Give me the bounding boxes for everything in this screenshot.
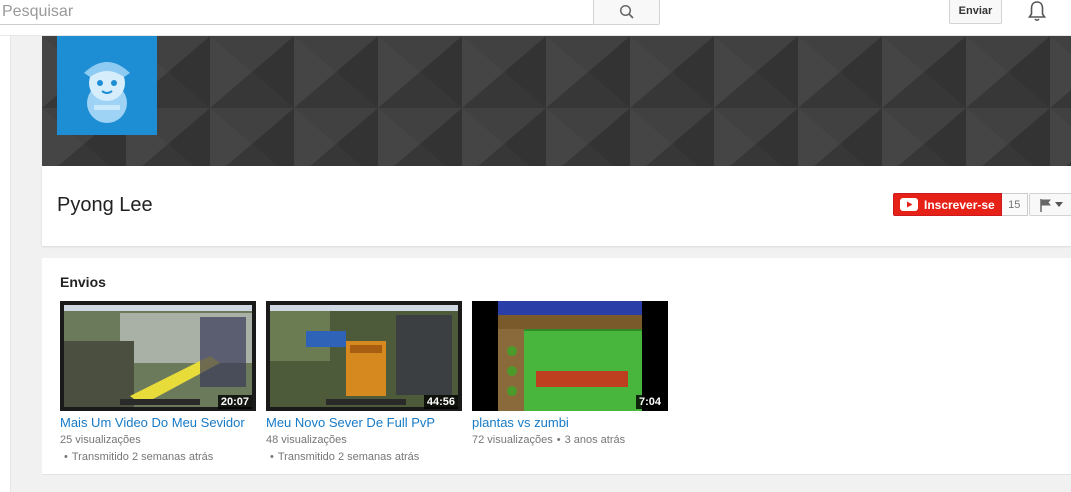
video-item: 7:04 plantas vs zumbi 72 visualizações • 3… bbox=[472, 301, 668, 447]
video-age: Transmitido 2 semanas atrás bbox=[277, 451, 420, 463]
video-item: 44:56 Meu Novo Sever De Full PvP 48 visu… bbox=[266, 301, 462, 464]
video-item: 20:07 Mais Um Video Do Meu Sevidor 25 vi… bbox=[60, 301, 256, 464]
subscribe-label: Inscrever-se bbox=[924, 197, 995, 212]
video-thumbnail[interactable]: 7:04 bbox=[472, 301, 668, 411]
video-age-line: • Transmitido 2 semanas atrás bbox=[64, 451, 214, 463]
search-button[interactable] bbox=[593, 0, 660, 25]
section-title: Envios bbox=[60, 274, 106, 290]
search-input[interactable] bbox=[0, 0, 594, 25]
masthead: Enviar bbox=[0, 0, 1071, 36]
video-title-link[interactable]: Meu Novo Sever De Full PvP bbox=[266, 415, 462, 430]
channel-header: Pyong Lee Inscrever-se 15 bbox=[42, 166, 1071, 246]
video-meta-line: 72 visualizações • 3 anos atrás bbox=[472, 434, 626, 446]
video-thumbnail[interactable]: 44:56 bbox=[266, 301, 462, 411]
notifications-button[interactable] bbox=[1024, 0, 1050, 24]
video-thumbnail[interactable]: 20:07 bbox=[60, 301, 256, 411]
video-duration: 20:07 bbox=[217, 395, 252, 409]
banner-pattern bbox=[42, 36, 1071, 166]
flag-icon bbox=[1039, 198, 1051, 212]
video-views: 48 visualizações bbox=[266, 434, 347, 446]
video-title-link[interactable]: plantas vs zumbi bbox=[472, 415, 668, 430]
video-age: Transmitido 2 semanas atrás bbox=[71, 451, 214, 463]
subscribe-group: Inscrever-se 15 bbox=[893, 193, 1028, 216]
video-duration: 44:56 bbox=[423, 395, 458, 409]
subscriber-count: 15 bbox=[1001, 193, 1028, 216]
channel-banner bbox=[42, 36, 1071, 166]
search-icon bbox=[619, 4, 634, 19]
video-age: 3 anos atrás bbox=[564, 434, 626, 446]
youtube-play-icon bbox=[900, 198, 918, 211]
channel-avatar[interactable] bbox=[57, 36, 157, 135]
video-title-link[interactable]: Mais Um Video Do Meu Sevidor bbox=[60, 415, 256, 430]
upload-button[interactable]: Enviar bbox=[949, 0, 1002, 24]
subscribe-button[interactable]: Inscrever-se bbox=[893, 193, 1002, 216]
video-views: 25 visualizações bbox=[60, 434, 141, 446]
channel-title: Pyong Lee bbox=[57, 194, 153, 216]
chevron-down-icon bbox=[1054, 201, 1063, 207]
guide-edge bbox=[0, 36, 11, 492]
video-duration: 7:04 bbox=[635, 395, 664, 409]
avatar-image bbox=[84, 61, 130, 123]
video-views: 72 visualizações bbox=[472, 434, 553, 446]
report-button[interactable] bbox=[1029, 193, 1071, 216]
bell-icon bbox=[1028, 1, 1046, 22]
video-age-line: • Transmitido 2 semanas atrás bbox=[270, 451, 420, 463]
uploads-section: Envios 20:07 Mais Um Video Do Meu Sevido… bbox=[42, 258, 1071, 475]
